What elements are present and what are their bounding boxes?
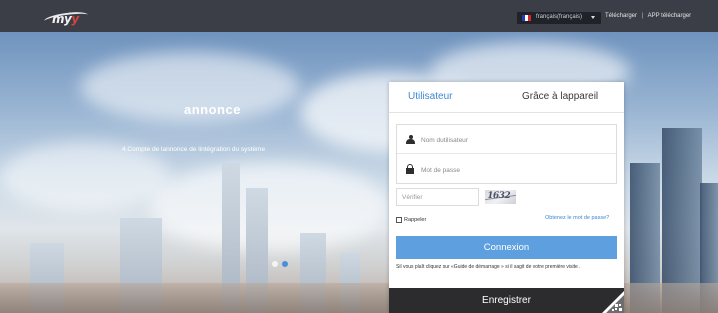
login-panel: Utilisateur Grâce à lappareil 1632 Rappe… [389,82,624,313]
password-input[interactable] [421,164,601,176]
chevron-down-icon [591,16,595,19]
france-flag-icon [522,15,531,21]
username-field [397,125,616,154]
carousel-dot-active[interactable] [282,261,288,267]
carousel-dot[interactable] [272,261,278,267]
announcement-text: 4.Compte de lannonce de lintégration du … [122,146,266,153]
language-select[interactable]: français(français) [517,12,601,24]
user-icon [406,135,415,144]
top-links: Télécharger | APP télécharger [605,13,691,19]
download-link[interactable]: Télécharger [605,13,637,19]
announcement-title: annonce [184,102,241,117]
cloud [150,162,390,252]
credentials-box [396,124,617,184]
remember-checkbox[interactable] [396,216,402,223]
tab-device[interactable]: Grâce à lappareil [522,91,598,102]
username-input[interactable] [421,134,601,146]
verify-input[interactable] [402,192,474,203]
tab-user[interactable]: Utilisateur [408,91,452,102]
app-download-link[interactable]: APP télécharger [648,13,692,19]
language-label: français(français) [536,14,583,20]
top-bar: myy français(français) Télécharger | APP… [0,0,718,32]
register-button[interactable]: Enregistrer [389,288,624,313]
logo-text: myy [52,12,79,26]
password-field [397,155,616,184]
captcha-image[interactable]: 1632 [485,190,516,204]
remember-option[interactable]: Rappeler [396,215,426,224]
login-button[interactable]: Connexion [396,236,617,259]
verify-field [396,188,479,206]
lock-icon [406,164,415,174]
logo[interactable]: myy [43,8,90,27]
link-separator: | [641,13,644,19]
login-tabs: Utilisateur Grâce à lappareil [389,82,624,113]
first-visit-hint: Sil vous plaît cliquez sur «Guide de dém… [396,264,581,270]
forgot-password-link[interactable]: Obtenez le mot de passe? [545,215,609,221]
remember-label: Rappeler [404,216,427,223]
qr-code-icon[interactable] [602,291,624,313]
carousel-dots [272,261,288,267]
